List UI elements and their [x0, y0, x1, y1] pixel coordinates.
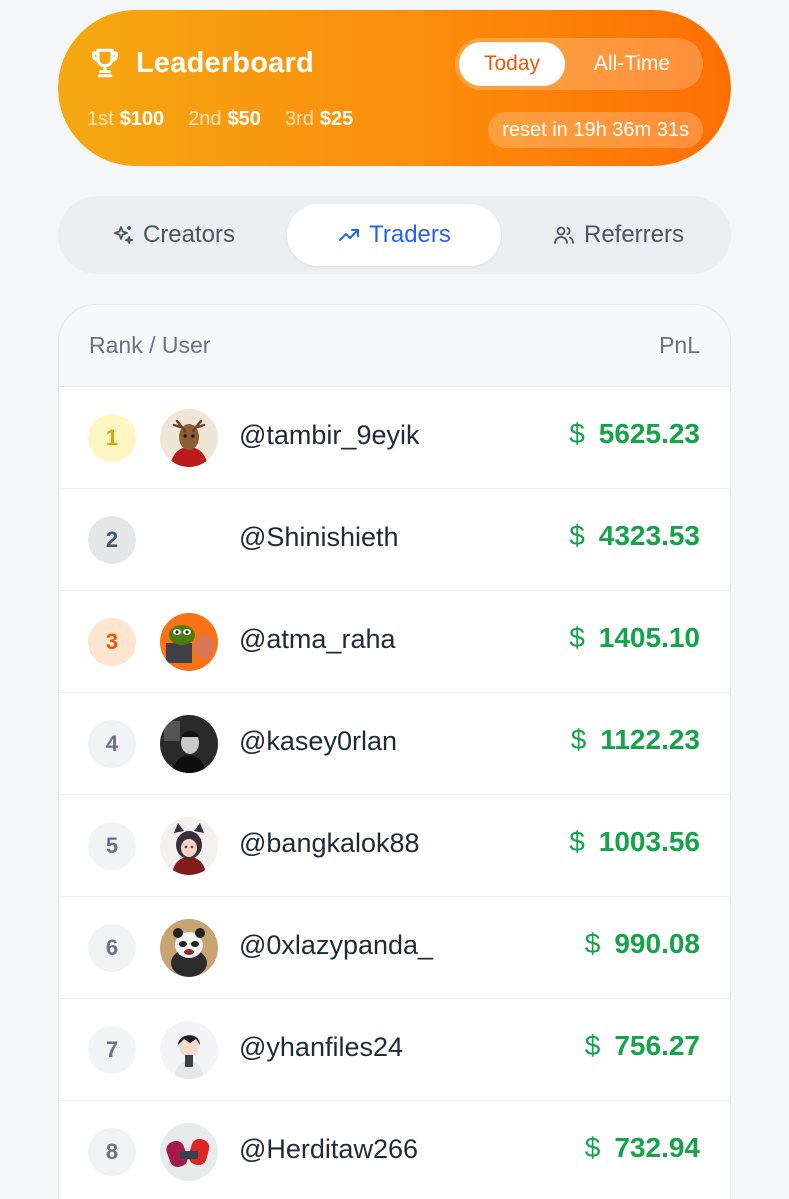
- table-row[interactable]: 4 @kasey0rlan $1122.23: [59, 693, 730, 795]
- username[interactable]: @Herditaw266: [239, 1134, 418, 1165]
- header-title-group: Leaderboard: [88, 46, 314, 80]
- page-title: Leaderboard: [136, 46, 314, 79]
- avatar: [160, 1123, 218, 1181]
- pnl-amount: 1405.10: [598, 622, 700, 653]
- currency-symbol: $: [569, 520, 585, 551]
- currency-symbol: $: [584, 1132, 601, 1163]
- table-row[interactable]: 5 @bangkalok88 $1003.56: [59, 795, 730, 897]
- prize-list: 1st $100 2nd $50 3rd $25: [87, 108, 353, 131]
- tab-traders[interactable]: Traders: [287, 204, 501, 266]
- reset-countdown: reset in 19h 36m 31s: [488, 112, 703, 148]
- rank-badge: 8: [88, 1128, 136, 1176]
- currency-symbol: $: [569, 826, 585, 857]
- avatar: [160, 919, 218, 977]
- pnl-amount: 990.08: [614, 928, 700, 959]
- username[interactable]: @atma_raha: [239, 624, 396, 655]
- table-row[interactable]: 8 @Herditaw266 $732.94: [59, 1101, 730, 1199]
- tab-traders-label: Traders: [369, 221, 451, 248]
- rank-badge: 6: [88, 924, 136, 972]
- rank-badge: 2: [88, 516, 136, 564]
- avatar: [160, 409, 218, 467]
- avatar: [160, 613, 218, 671]
- tab-referrers-label: Referrers: [583, 221, 685, 248]
- toggle-today[interactable]: Today: [459, 42, 565, 86]
- username[interactable]: @bangkalok88: [239, 828, 420, 859]
- rank-badge: 7: [88, 1026, 136, 1074]
- pnl-value: $990.08: [585, 928, 700, 960]
- username[interactable]: @0xlazypanda_: [239, 930, 433, 961]
- username[interactable]: @kasey0rlan: [239, 726, 397, 757]
- pnl-amount: 5625.23: [598, 418, 700, 449]
- currency-symbol: $: [570, 724, 587, 755]
- avatar: [160, 1021, 218, 1079]
- toggle-all-time[interactable]: All-Time: [565, 42, 699, 86]
- table-row[interactable]: 1 @tambir_9eyik $5625.23: [59, 387, 730, 489]
- pnl-amount: 1122.23: [600, 724, 700, 755]
- currency-symbol: $: [569, 622, 585, 653]
- pnl-amount: 732.94: [614, 1132, 700, 1163]
- currency-symbol: $: [569, 418, 585, 449]
- pnl-amount: 1003.56: [598, 826, 700, 857]
- username[interactable]: @tambir_9eyik: [239, 420, 419, 451]
- leaderboard-header: Leaderboard Today All-Time 1st $100 2nd $5…: [58, 10, 731, 166]
- table-row[interactable]: 3 @atma_raha $1405.10: [59, 591, 730, 693]
- rank-badge: 4: [88, 720, 136, 768]
- rank-badge: 5: [88, 822, 136, 870]
- currency-symbol: $: [584, 928, 601, 959]
- period-toggle: Today All-Time: [455, 38, 703, 90]
- table-row[interactable]: 2 @Shinishieth $4323.53: [59, 489, 730, 591]
- pnl-value: $5625.23: [569, 418, 700, 450]
- users-icon: [554, 226, 574, 244]
- prize-second: 2nd $50: [188, 108, 261, 130]
- pnl-value: $1122.23: [571, 724, 700, 756]
- table-header: Rank / User PnL: [59, 305, 730, 387]
- pnl-value: $756.27: [585, 1030, 700, 1062]
- rank-badge: 3: [88, 618, 136, 666]
- trending-up-icon: [339, 229, 360, 241]
- tab-referrers[interactable]: Referrers: [538, 204, 698, 266]
- pnl-value: $1405.10: [569, 622, 700, 654]
- pnl-value: $732.94: [585, 1132, 700, 1164]
- column-header-user: Rank / User: [89, 332, 211, 358]
- prize-third: 3rd $25: [284, 108, 354, 130]
- avatar: [160, 817, 218, 875]
- rank-badge: 1: [88, 414, 136, 462]
- username[interactable]: @Shinishieth: [239, 522, 399, 553]
- pnl-value: $4323.53: [569, 520, 700, 552]
- trophy-icon: [92, 48, 118, 78]
- pnl-value: $1003.56: [569, 826, 700, 858]
- tab-creators[interactable]: Creators: [98, 204, 248, 266]
- sparkles-icon: [114, 226, 133, 244]
- username[interactable]: @yhanfiles24: [239, 1032, 403, 1063]
- table-row[interactable]: 6 @0xlazypanda_ $990.08: [59, 897, 730, 999]
- leaderboard-table: Rank / User PnL 1 @tambir_9eyik $5625.23…: [58, 304, 731, 1199]
- prize-first: 1st $100: [87, 108, 165, 130]
- column-header-pnl: PnL: [659, 332, 700, 358]
- currency-symbol: $: [584, 1030, 601, 1061]
- avatar: [160, 715, 218, 773]
- category-tabs: Creators Traders Referrers: [58, 196, 731, 274]
- pnl-amount: 756.27: [614, 1030, 700, 1061]
- table-row[interactable]: 7 @yhanfiles24 $756.27: [59, 999, 730, 1101]
- tab-creators-label: Creators: [142, 221, 236, 248]
- pnl-amount: 4323.53: [598, 520, 700, 551]
